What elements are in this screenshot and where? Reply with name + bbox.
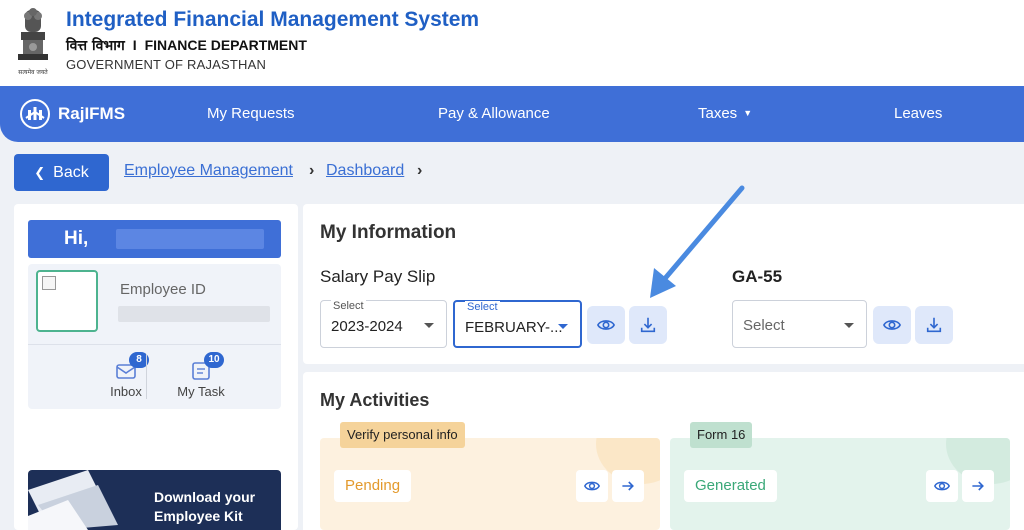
year-select-label: Select (331, 300, 366, 312)
activity-tag-verify-info: Verify personal info (340, 422, 465, 448)
greeting-bar: Hi, (28, 220, 281, 258)
ga55-select[interactable]: Select (732, 300, 867, 348)
activity-tag-form16: Form 16 (690, 422, 753, 448)
eye-icon (597, 320, 615, 330)
dropdown-arrow-icon (558, 324, 568, 329)
greeting-text: Hi, (64, 228, 89, 249)
breadcrumb-separator-icon: › (309, 162, 315, 179)
department-english: FINANCE DEPARTMENT (144, 37, 307, 53)
divider (28, 344, 281, 345)
download-icon (926, 317, 942, 333)
my-task-badge: 10 (204, 352, 224, 368)
chevron-left-icon: ❮ (34, 164, 46, 180)
breadcrumb-dashboard[interactable]: Dashboard (326, 162, 404, 180)
government-name: GOVERNMENT OF RAJASTHAN (66, 57, 267, 72)
download-ga55-button[interactable] (915, 306, 953, 344)
download-icon (640, 317, 656, 333)
inbox-label: Inbox (110, 384, 142, 399)
department-separator: I (132, 37, 137, 53)
main-navbar: RajIFMS My Requests Pay & Allowance Taxe… (0, 86, 1024, 142)
employee-id-label: Employee ID (120, 281, 206, 298)
redacted-username (116, 229, 264, 249)
eye-icon (584, 481, 600, 491)
open-activity-button[interactable] (612, 470, 644, 502)
view-ga55-button[interactable] (873, 306, 911, 344)
broken-image-icon (42, 276, 56, 290)
status-badge-generated: Generated (684, 470, 777, 502)
open-activity-button[interactable] (962, 470, 994, 502)
month-select[interactable]: Select FEBRUARY-... (453, 300, 582, 348)
my-activities-title: My Activities (320, 390, 430, 410)
nav-pay-allowance[interactable]: Pay & Allowance (438, 105, 550, 122)
my-task-action[interactable]: 10 My Task (166, 352, 236, 399)
department-hindi: वित्त विभाग (66, 38, 125, 54)
view-activity-button[interactable] (576, 470, 608, 502)
month-select-value: FEBRUARY-... (465, 319, 563, 336)
department-name: वित्त विभाग I FINANCE DEPARTMENT (66, 36, 307, 55)
month-select-label: Select (465, 301, 500, 313)
nav-my-requests[interactable]: My Requests (207, 105, 295, 122)
year-select-value: 2023-2024 (331, 318, 403, 335)
status-badge-pending: Pending (334, 470, 412, 502)
system-title: Integrated Financial Management System (66, 8, 480, 31)
view-payslip-button[interactable] (587, 306, 625, 344)
arrow-right-icon (622, 481, 634, 491)
redacted-employee-id (118, 306, 270, 322)
annotation-arrow-icon (650, 185, 745, 298)
back-button-label: Back (53, 163, 89, 181)
breadcrumb-separator-icon: › (417, 162, 423, 179)
inbox-action[interactable]: 8 Inbox (91, 352, 161, 399)
my-task-label: My Task (177, 384, 225, 399)
eye-icon (934, 481, 950, 491)
nav-leaves[interactable]: Leaves (894, 105, 942, 122)
salary-pay-slip-title: Salary Pay Slip (320, 267, 436, 286)
activity-card-form16: Generated (670, 438, 1010, 530)
nav-taxes[interactable]: Taxes ▼ (698, 105, 752, 122)
brand-link[interactable]: RajIFMS (20, 99, 125, 129)
nav-taxes-label: Taxes (698, 105, 738, 122)
dropdown-arrow-icon (844, 323, 854, 328)
avatar (36, 270, 98, 332)
my-information-title: My Information (320, 222, 457, 243)
ga55-select-placeholder: Select (743, 317, 785, 334)
emblem-caption: सत्यमेव जयते (18, 68, 48, 76)
back-button[interactable]: ❮ Back (14, 154, 109, 191)
year-select[interactable]: Select 2023-2024 (320, 300, 447, 348)
view-activity-button[interactable] (926, 470, 958, 502)
eye-icon (883, 320, 901, 330)
employee-kit-text: Download your Employee Kit (154, 489, 256, 524)
site-header: सत्यमेव जयते Integrated Financial Manage… (0, 0, 1024, 86)
breadcrumb-employee-management[interactable]: Employee Management (124, 162, 293, 180)
divider (146, 354, 147, 399)
state-emblem-icon: सत्यमेव जयते (18, 8, 48, 76)
arrow-right-icon (972, 481, 984, 491)
rajifms-logo-icon (20, 99, 50, 129)
dropdown-arrow-icon (424, 323, 434, 328)
documents-image (28, 470, 118, 530)
employee-info-box: Employee ID 8 Inbox 10 My Task (28, 264, 281, 409)
download-payslip-button[interactable] (629, 306, 667, 344)
profile-card: Hi, Employee ID 8 Inbox 10 My Task Downl… (14, 204, 298, 530)
employee-kit-banner[interactable]: Download your Employee Kit (28, 470, 281, 530)
activity-card-verify-info: Pending (320, 438, 660, 530)
caret-down-icon: ▼ (743, 108, 753, 118)
brand-name: RajIFMS (58, 104, 126, 123)
my-activities-panel: My Activities Pending Generated Verify p… (303, 372, 1024, 530)
